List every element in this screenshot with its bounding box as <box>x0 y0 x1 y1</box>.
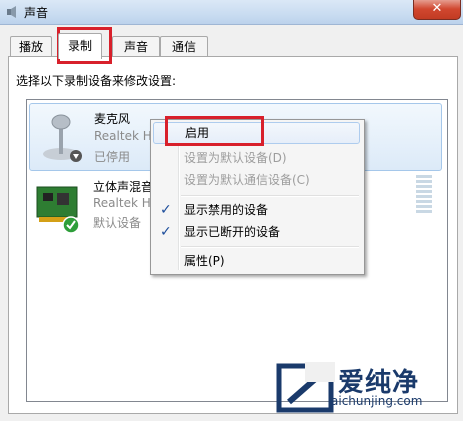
microphone-icon <box>43 114 82 162</box>
window-title: 声音 <box>24 6 49 20</box>
menu-item-show-disabled[interactable]: ✓ 显示禁用的设备 <box>153 199 360 221</box>
tab-sounds[interactable]: 声音 <box>112 36 160 57</box>
tab-recording[interactable]: 录制 <box>58 33 102 59</box>
sound-card-icon <box>36 186 80 234</box>
close-button[interactable]: ✕ <box>413 0 461 20</box>
device-driver: Realtek H <box>93 196 151 210</box>
highlight-box-enable <box>165 116 264 146</box>
title-bar: 声音 ✕ <box>0 0 463 25</box>
watermark-url: aichunjing.com <box>331 394 423 408</box>
watermark-logo-icon <box>276 362 335 413</box>
menu-item-properties[interactable]: 属性(P) <box>153 250 360 272</box>
menu-item-set-default-comm: 设置为默认通信设备(C) <box>184 173 310 187</box>
checkmark-icon: ✓ <box>160 224 172 240</box>
checkmark-icon: ✓ <box>160 202 172 218</box>
tab-playback[interactable]: 播放 <box>10 36 52 57</box>
device-name: 立体声混音 <box>93 180 154 194</box>
device-driver: Realtek H <box>94 129 152 143</box>
menu-item-set-default: 设置为默认设备(D) <box>184 151 287 165</box>
instruction-text: 选择以下录制设备来修改设置: <box>16 74 177 88</box>
device-name: 麦克风 <box>94 112 131 126</box>
device-status: 默认设备 <box>93 216 142 230</box>
tab-communications[interactable]: 通信 <box>160 36 208 57</box>
menu-item-show-disconnected[interactable]: ✓ 显示已断开的设备 <box>153 221 360 243</box>
speaker-icon <box>7 6 16 18</box>
level-meter <box>416 175 432 215</box>
device-status: 已停用 <box>94 150 131 164</box>
